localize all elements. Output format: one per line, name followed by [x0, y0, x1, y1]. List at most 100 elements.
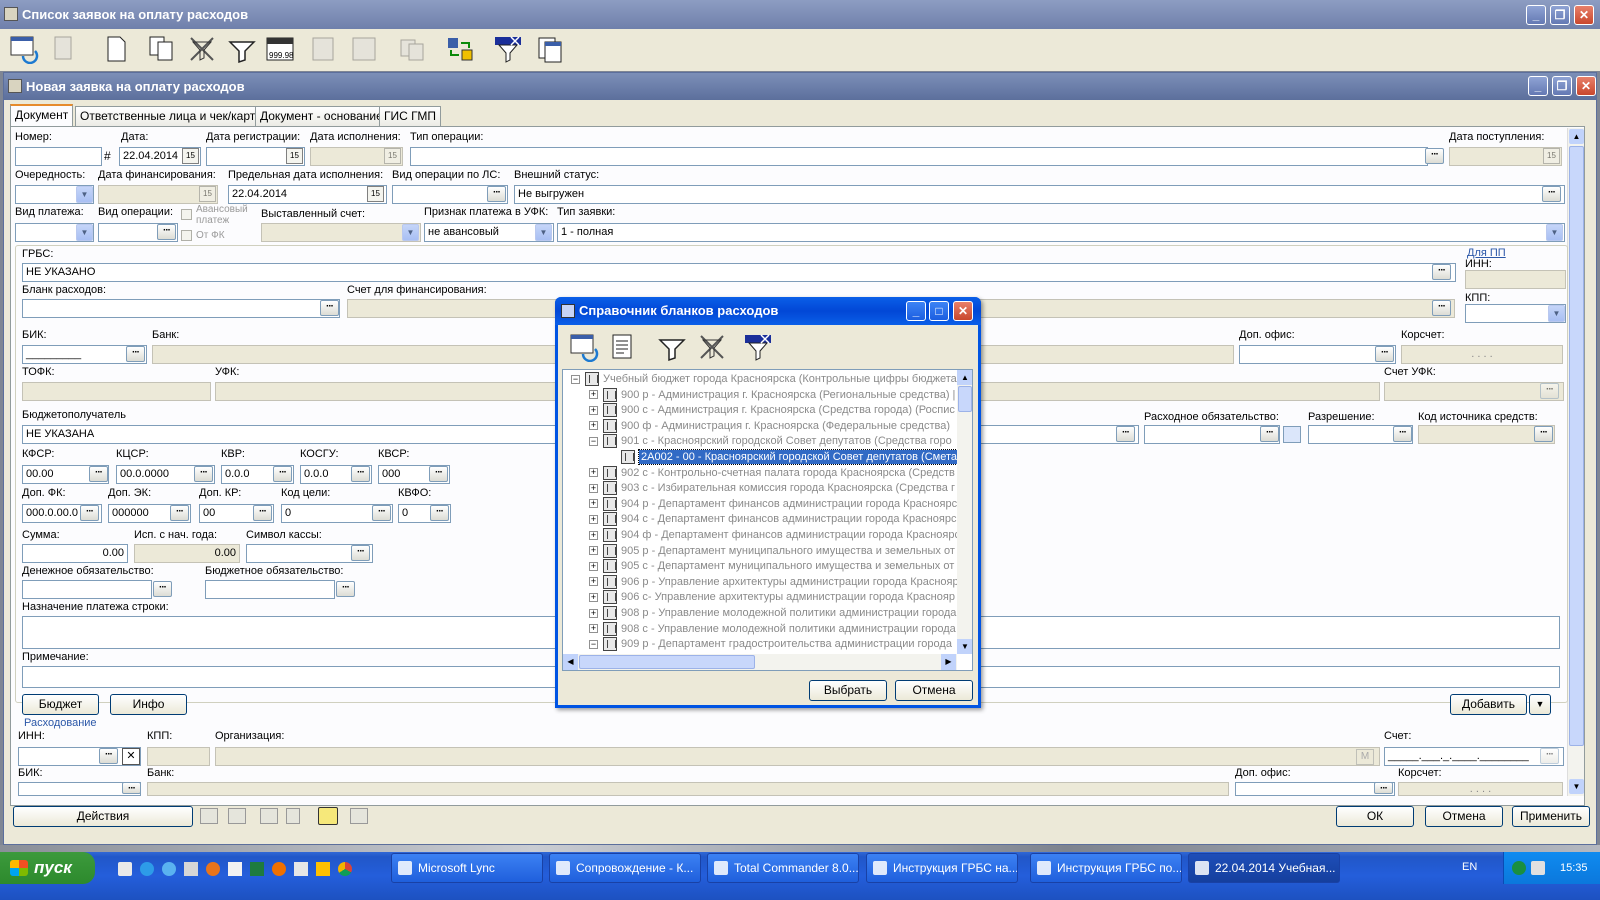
task-instrukciya-1[interactable]: Инструкция ГРБС на...: [866, 853, 1018, 883]
tree-item[interactable]: +904 с - Департамент финансов администра…: [589, 511, 956, 527]
schet2-input[interactable]: _____.___._.____.________: [1384, 747, 1564, 766]
dop-ofis2-input[interactable]: [1235, 782, 1395, 796]
deystviya-button[interactable]: Действия: [13, 806, 193, 827]
new-document-icon[interactable]: [98, 31, 134, 67]
tab-base-document[interactable]: Документ - основание: [255, 106, 388, 126]
tab-responsible[interactable]: Ответственные лица и чек/карта: [75, 106, 267, 126]
blank-dots-button[interactable]: ···: [320, 300, 339, 316]
kod-ist-dots-button[interactable]: ···: [1534, 426, 1553, 442]
task-total-commander[interactable]: Total Commander 8.0...: [707, 853, 859, 883]
kvfo-dots-button[interactable]: ···: [430, 505, 449, 521]
expand-icon[interactable]: +: [589, 561, 598, 571]
delete-filter-icon[interactable]: [184, 31, 220, 67]
blank-tree[interactable]: − Учебный бюджет города Красноярска (Конт…: [562, 369, 973, 671]
tree-item-selected[interactable]: 2А002 - 00 - Красноярский городской Сове…: [607, 449, 961, 465]
clear-filter-icon[interactable]: [490, 31, 526, 67]
expand-icon[interactable]: +: [589, 530, 598, 540]
filter-icon[interactable]: [654, 329, 690, 365]
expand-icon[interactable]: +: [589, 421, 598, 431]
dop-ofis2-dots-button[interactable]: ···: [1374, 782, 1393, 794]
delete-filter-icon[interactable]: [694, 329, 730, 365]
task-uchebnaya[interactable]: 22.04.2014 Учебная...: [1188, 853, 1340, 883]
scroll-down-icon[interactable]: ▼: [1569, 779, 1584, 794]
ie-icon[interactable]: [140, 862, 154, 876]
select-button[interactable]: Выбрать: [809, 680, 887, 701]
app-launch-icon[interactable]: [118, 862, 132, 876]
expand-icon[interactable]: +: [589, 405, 598, 415]
tree-item[interactable]: − Учебный бюджет города Красноярска (Конт…: [571, 371, 957, 387]
byud-obyaz-dots-button[interactable]: ···: [336, 581, 355, 597]
ot-fk-checkbox[interactable]: [181, 230, 192, 241]
tree-item[interactable]: +902 с - Контрольно-счетная палата город…: [589, 465, 955, 481]
vn-status-input[interactable]: Не выгружен: [514, 185, 1565, 204]
expand-icon[interactable]: +: [589, 608, 598, 618]
grbs-input[interactable]: НЕ УКАЗАНО: [22, 263, 1456, 282]
dop-ofis-dots-button[interactable]: ···: [1375, 346, 1394, 362]
close-button[interactable]: ✕: [1574, 5, 1594, 25]
ok-button[interactable]: ОК: [1336, 806, 1414, 827]
expand-icon[interactable]: +: [589, 546, 598, 556]
tree-item[interactable]: +906 с- Управление архитектуры администр…: [589, 589, 955, 605]
tree-v-scrollbar[interactable]: ▲ ▼: [957, 370, 972, 654]
maximize-button[interactable]: ❐: [1550, 5, 1570, 25]
expand-icon[interactable]: +: [589, 592, 598, 602]
bik-dots-button[interactable]: ···: [126, 346, 145, 362]
tree-scroll-thumb[interactable]: [958, 386, 972, 412]
filter-icon[interactable]: [224, 31, 260, 67]
info-button[interactable]: Инфо: [110, 694, 187, 715]
report-icon[interactable]: [346, 31, 382, 67]
chevron-down-icon[interactable]: ▼: [402, 224, 419, 241]
calendar-icon[interactable]: 15: [286, 148, 303, 164]
expand-icon[interactable]: +: [589, 514, 598, 524]
save-icon[interactable]: [228, 808, 246, 824]
collapse-icon[interactable]: −: [571, 374, 580, 384]
scroll-up-icon[interactable]: ▲: [957, 370, 972, 385]
tree-item[interactable]: − 909 р - Департамент градостроительства …: [589, 636, 952, 652]
grbs-dots-button[interactable]: ···: [1432, 264, 1451, 280]
outlook-icon[interactable]: [316, 862, 330, 876]
kod-celi-dots-button[interactable]: ···: [372, 505, 391, 521]
floppy-icon[interactable]: [294, 862, 308, 876]
tip-zayavki-select[interactable]: 1 - полная: [557, 223, 1565, 242]
byudzhet-button[interactable]: Бюджет: [22, 694, 99, 715]
den-obyaz-input[interactable]: [22, 580, 152, 599]
tree-item[interactable]: +905 р - Департамент муниципального имущ…: [589, 543, 955, 559]
task-soprovozhdenie[interactable]: Сопровождение - К...: [549, 853, 701, 883]
bp-dots-button[interactable]: ···: [1116, 426, 1135, 442]
start-button[interactable]: пуск: [0, 852, 95, 884]
tab-document[interactable]: Документ: [10, 104, 74, 127]
chevron-down-icon[interactable]: ▼: [535, 224, 552, 241]
export-icon[interactable]: [394, 31, 430, 67]
dop-fk-dots-button[interactable]: ···: [80, 505, 99, 521]
nomer-input[interactable]: [15, 147, 102, 166]
copy-document-icon[interactable]: [144, 31, 180, 67]
dialog-close-button[interactable]: ✕: [953, 301, 973, 321]
attach-icon[interactable]: [286, 808, 300, 824]
chevron-down-icon[interactable]: ▼: [1548, 305, 1565, 322]
calendar-icon[interactable]: 15: [182, 148, 199, 164]
dop-ofis-input[interactable]: [1239, 345, 1396, 364]
dobavit-button[interactable]: Добавить: [1450, 694, 1527, 715]
expand-icon[interactable]: +: [589, 624, 598, 634]
tree-h-thumb[interactable]: [579, 655, 755, 669]
tree-item[interactable]: +900 ф - Администрация г. Красноярска (Ф…: [589, 418, 950, 434]
excel-icon[interactable]: [250, 862, 264, 876]
expand-icon[interactable]: +: [589, 577, 598, 587]
firefox-icon[interactable]: [206, 862, 220, 876]
form-scrollbar[interactable]: ▲ ▼: [1567, 128, 1584, 796]
search-icon[interactable]: [318, 807, 338, 825]
kosgu-dots-button[interactable]: ···: [351, 466, 370, 482]
scroll-right-icon[interactable]: ▶: [941, 654, 956, 670]
schet-fin-dots-button[interactable]: ···: [1432, 300, 1451, 316]
goto-icon[interactable]: [200, 808, 218, 824]
minimize-button[interactable]: _: [1526, 5, 1546, 25]
transfer-icon[interactable]: [442, 31, 478, 67]
vid-oper-ls-dots-button[interactable]: ···: [487, 186, 506, 202]
kfsr-dots-button[interactable]: ···: [89, 466, 108, 482]
tree-item[interactable]: +905 с - Департамент муниципального имущ…: [589, 558, 954, 574]
print-icon[interactable]: [350, 808, 368, 824]
network-icon[interactable]: [1512, 861, 1526, 875]
scroll-down-icon[interactable]: ▼: [957, 639, 972, 654]
kvsr-dots-button[interactable]: ···: [429, 466, 448, 482]
collapse-icon[interactable]: −: [589, 436, 598, 446]
